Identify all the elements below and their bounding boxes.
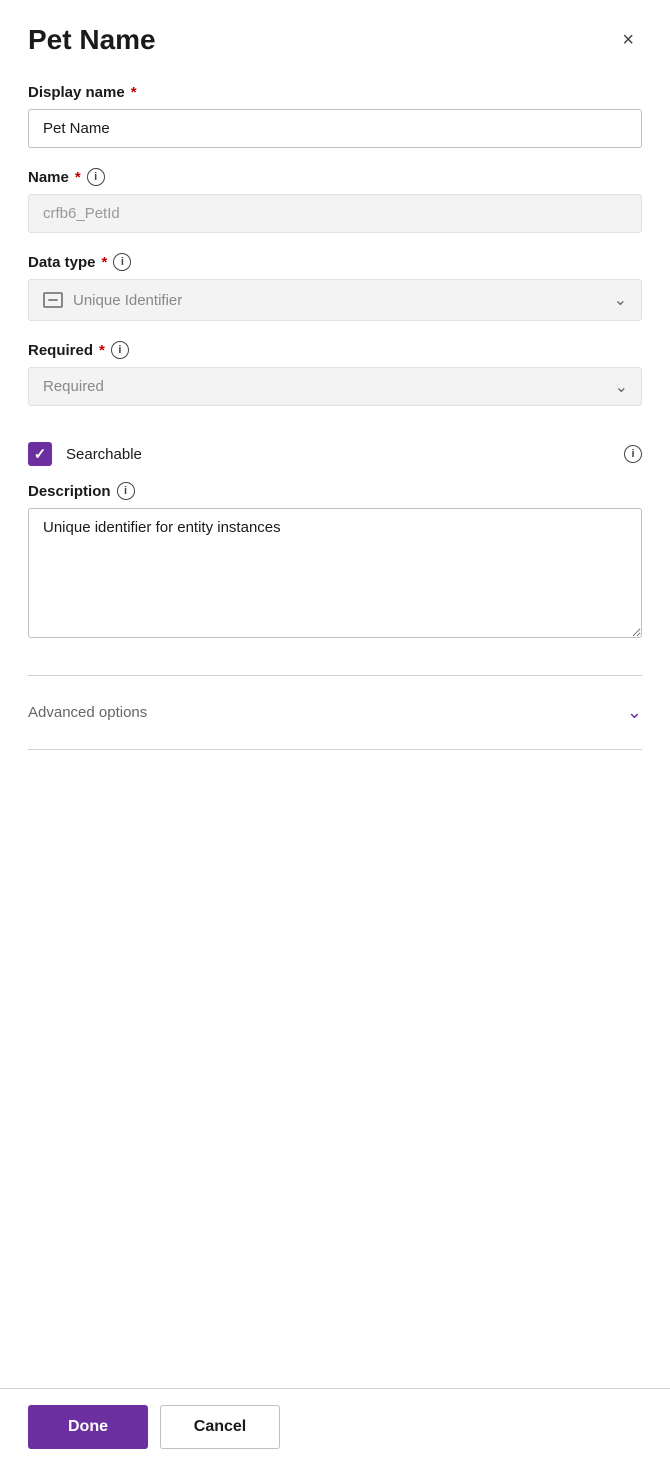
spacer [28, 762, 642, 1388]
panel: Pet Name × Display name * Name * i Data … [0, 0, 670, 1388]
data-type-required: * [102, 254, 108, 271]
data-type-label: Data type * i [28, 253, 642, 271]
description-textarea[interactable]: Unique identifier for entity instances [28, 508, 642, 638]
searchable-checkbox[interactable]: ✓ [28, 442, 52, 466]
data-type-group: Data type * i Unique Identifier ⌄ [28, 253, 642, 321]
display-name-required: * [131, 84, 137, 101]
data-type-value: Unique Identifier [73, 292, 604, 309]
data-type-select[interactable]: Unique Identifier ⌄ [28, 279, 642, 321]
description-label: Description i [28, 482, 642, 500]
cancel-button[interactable]: Cancel [160, 1405, 280, 1449]
name-input [28, 194, 642, 233]
advanced-options-label: Advanced options [28, 704, 147, 721]
searchable-label: Searchable [66, 446, 610, 463]
display-name-input[interactable] [28, 109, 642, 148]
data-type-info-icon[interactable]: i [113, 253, 131, 271]
name-info-icon[interactable]: i [87, 168, 105, 186]
name-label: Name * i [28, 168, 642, 186]
searchable-info-icon[interactable]: i [624, 445, 642, 463]
required-label: Required * i [28, 341, 642, 359]
footer: Done Cancel [0, 1388, 670, 1465]
required-select-wrapper: Required ⌄ [28, 367, 642, 406]
required-required: * [99, 342, 105, 359]
advanced-options-chevron-icon: ⌄ [627, 702, 642, 723]
data-type-icon [43, 292, 63, 308]
advanced-options-row[interactable]: Advanced options ⌄ [28, 688, 642, 737]
display-name-label: Display name * [28, 84, 642, 101]
description-group: Description i Unique identifier for enti… [28, 482, 642, 643]
divider-bottom [28, 749, 642, 750]
checkmark-icon: ✓ [34, 445, 47, 463]
panel-title: Pet Name [28, 24, 156, 56]
name-required: * [75, 169, 81, 186]
panel-header: Pet Name × [28, 24, 642, 56]
description-info-icon[interactable]: i [117, 482, 135, 500]
required-select[interactable]: Required [28, 367, 642, 406]
data-type-chevron-icon: ⌄ [614, 290, 627, 310]
searchable-row: ✓ Searchable i [28, 426, 642, 482]
name-group: Name * i [28, 168, 642, 233]
close-button[interactable]: × [614, 26, 642, 54]
done-button[interactable]: Done [28, 1405, 148, 1449]
display-name-group: Display name * [28, 84, 642, 148]
required-group: Required * i Required ⌄ [28, 341, 642, 406]
required-info-icon[interactable]: i [111, 341, 129, 359]
divider-top [28, 675, 642, 676]
